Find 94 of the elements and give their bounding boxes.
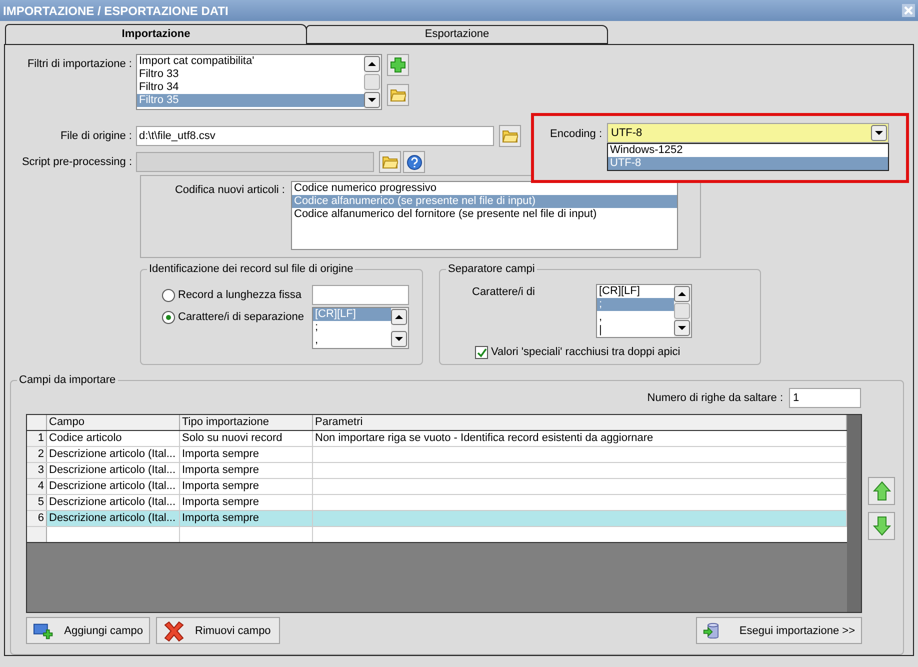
row-number: 3: [27, 463, 47, 478]
table-cell: Importa sempre: [180, 447, 313, 462]
add-field-button[interactable]: Aggiungi campo: [26, 617, 150, 644]
scroll-down-icon[interactable]: [674, 320, 690, 336]
folder-icon: [502, 129, 518, 143]
plus-icon: [390, 57, 406, 73]
scroll-up-icon[interactable]: [391, 309, 407, 326]
list-item[interactable]: |: [597, 324, 674, 338]
list-item[interactable]: ,: [313, 334, 391, 348]
scrollbar[interactable]: [364, 55, 381, 109]
column-header[interactable]: Campo: [47, 415, 180, 430]
table-cell: Descrizione articolo (Ital...: [47, 495, 180, 510]
field-label: Numero di righe da saltare :: [647, 391, 783, 406]
scroll-thumb[interactable]: [674, 303, 690, 320]
field-label: Codifica nuovi articoli :: [174, 183, 286, 198]
table-cell: Descrizione articolo (Ital...: [47, 463, 180, 478]
folder-icon: [390, 88, 406, 102]
radio-label: Carattere/i di separazione: [178, 310, 304, 326]
radio-option[interactable]: Carattere/i di separazione: [162, 307, 312, 328]
scroll-down-icon[interactable]: [364, 92, 380, 108]
scroll-up-icon[interactable]: [364, 56, 380, 72]
field-label: Encoding :: [549, 127, 603, 142]
table-row[interactable]: 6 Descrizione articolo (Ital... Importa sempre: [27, 511, 847, 528]
radio-label: Record a lunghezza fissa: [178, 288, 302, 304]
radio-button[interactable]: [162, 310, 175, 324]
list-item[interactable]: Filtro 34: [137, 81, 364, 94]
row-header: [27, 527, 47, 542]
up-arrow-icon: [872, 481, 890, 502]
field-label: Filtri di importazione :: [26, 57, 133, 72]
table-row[interactable]: 4 Descrizione articolo (Ital... Importa sempre: [27, 479, 847, 496]
window-title: IMPORTAZIONE / ESPORTAZIONE DATI: [3, 2, 228, 20]
open-filter-button[interactable]: [387, 84, 409, 106]
scrollbar[interactable]: [391, 308, 408, 348]
table-row[interactable]: 2 Descrizione articolo (Ital... Importa sempre: [27, 447, 847, 464]
field-label: Script pre-processing :: [20, 154, 133, 170]
list-item[interactable]: Filtro 33: [137, 68, 364, 81]
folder-icon: [382, 155, 398, 169]
table-cell: Solo su nuovi record: [180, 431, 313, 446]
list-item[interactable]: Codice alfanumerico del fornitore (se presente nel file di input): [292, 208, 677, 221]
table-cell: Importa sempre: [180, 479, 313, 494]
list-item[interactable]: Import cat compatibilita': [137, 55, 364, 68]
scroll-thumb[interactable]: [364, 74, 380, 90]
skip-rows-field[interactable]: 1: [789, 388, 861, 408]
run-import-button[interactable]: Esegui importazione >>: [696, 617, 862, 644]
checkbox-label: Valori 'speciali' racchiusi tra doppi apici: [491, 345, 680, 360]
row-number: 5: [27, 495, 47, 510]
scroll-up-icon[interactable]: [674, 286, 690, 302]
checkbox[interactable]: [475, 346, 488, 360]
down-arrow-icon: [872, 516, 890, 536]
radio-option[interactable]: Record a lunghezza fissa: [162, 285, 312, 306]
table-cell: Descrizione articolo (Ital...: [47, 447, 180, 462]
table-cell: Descrizione articolo (Ital...: [47, 511, 180, 526]
add-filter-button[interactable]: [387, 54, 409, 76]
dropdown-option[interactable]: Windows-1252: [608, 144, 888, 157]
column-header[interactable]: Tipo importazione: [180, 415, 313, 430]
list-item[interactable]: ,: [597, 311, 674, 324]
tab[interactable]: Esportazione: [306, 25, 608, 44]
move-down-button[interactable]: [868, 512, 895, 540]
help-button[interactable]: [403, 151, 425, 173]
field-label: File di origine :: [59, 128, 133, 144]
table-row[interactable]: 5 Descrizione articolo (Ital... Importa sempre: [27, 495, 847, 512]
table-row[interactable]: 1 Codice articolo Solo su nuovi record Non importare riga se vuoto - Identifica record esistenti da aggiornare: [27, 431, 847, 448]
row-number: 2: [27, 447, 47, 462]
table-cell: Codice articolo: [47, 431, 180, 446]
row-number: 4: [27, 479, 47, 494]
radio-button[interactable]: [162, 288, 175, 302]
scrollbar[interactable]: [674, 285, 691, 338]
file-path-field[interactable]: d:\t\file_utf8.csv: [136, 126, 494, 146]
table-row[interactable]: 3 Descrizione articolo (Ital... Importa sempre: [27, 463, 847, 480]
cross-icon: [163, 620, 185, 642]
field-label: Carattere/i di: [472, 285, 536, 300]
group-title: Identificazione dei record sul file di origine: [147, 262, 356, 276]
group-title: Separatore campi: [446, 262, 537, 276]
list-item[interactable]: [CR][LF]: [597, 285, 674, 298]
group-title: Campi da importare: [17, 373, 118, 388]
tab[interactable]: Importazione: [5, 24, 307, 44]
browse-file-button[interactable]: [499, 125, 521, 147]
empty-row[interactable]: [27, 527, 847, 544]
list-item[interactable]: ;: [313, 321, 391, 334]
row-number: 6: [27, 511, 47, 526]
table-cell: Descrizione articolo (Ital...: [47, 479, 180, 494]
scroll-down-icon[interactable]: [391, 331, 407, 348]
list-item[interactable]: Codice numerico progressivo: [292, 182, 677, 195]
row-number: 1: [27, 431, 47, 446]
table-cell: Importa sempre: [180, 463, 313, 478]
length-field[interactable]: [312, 285, 409, 306]
remove-field-button[interactable]: Rimuovi campo: [156, 617, 280, 644]
table-cell: Importa sempre: [180, 511, 313, 526]
add-field-icon: [33, 622, 54, 640]
check-icon: [476, 348, 486, 358]
table-cell: Importa sempre: [180, 495, 313, 510]
encoding-dropdown[interactable]: UTF-8: [607, 123, 889, 143]
move-up-button[interactable]: [868, 477, 895, 506]
help-icon: [406, 154, 422, 170]
